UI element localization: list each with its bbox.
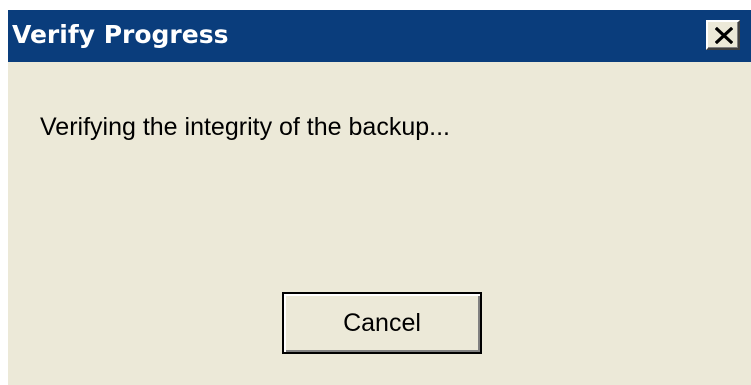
cancel-button[interactable]: Cancel (282, 292, 482, 354)
verify-progress-dialog: Verify Progress Verifying the integrity … (6, 8, 751, 385)
dialog-title: Verify Progress (12, 20, 229, 49)
title-bar[interactable]: Verify Progress (8, 10, 751, 62)
close-icon (715, 27, 733, 44)
progress-message: Verifying the integrity of the backup... (40, 113, 450, 141)
close-button[interactable] (706, 20, 740, 50)
